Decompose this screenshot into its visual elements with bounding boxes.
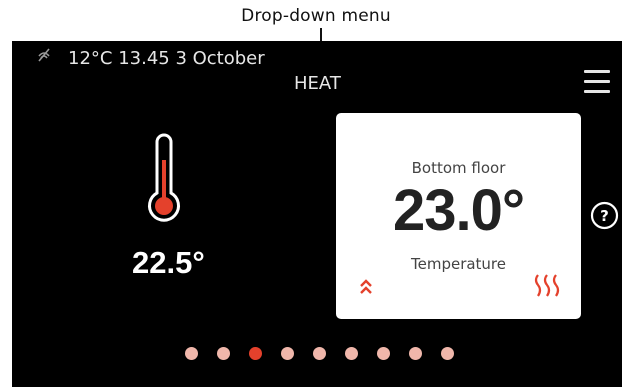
- page-indicator: [185, 347, 454, 361]
- page-dot[interactable]: [409, 347, 422, 360]
- wireless-off-icon: [38, 48, 50, 62]
- double-chevron-up-icon: [360, 279, 372, 294]
- page-dot[interactable]: [217, 347, 230, 360]
- status-text: 12°C 13.45 3 October: [68, 48, 265, 69]
- hamburger-menu-icon[interactable]: [584, 70, 612, 96]
- setpoint-value: 23.0°: [392, 178, 525, 243]
- zone-temperature-card[interactable]: Bottom floor 23.0° Temperature: [336, 113, 581, 319]
- page-dot[interactable]: [249, 347, 262, 360]
- page-dot[interactable]: [441, 347, 454, 360]
- page-dot[interactable]: [281, 347, 294, 360]
- page-dot[interactable]: [377, 347, 390, 360]
- dropdown-menu-callout-label: Drop-down menu: [241, 6, 391, 26]
- device-screen: 12°C 13.45 3 October HEAT 22.5° Bottom f…: [12, 41, 622, 387]
- help-icon[interactable]: ?: [590, 201, 619, 230]
- help-glyph: ?: [600, 207, 609, 225]
- zone-name: Bottom floor: [411, 159, 506, 177]
- page-dot[interactable]: [313, 347, 326, 360]
- page-dot[interactable]: [345, 347, 358, 360]
- heat-waves-icon: [534, 274, 560, 297]
- setpoint-label: Temperature: [410, 255, 507, 273]
- page-title: HEAT: [294, 73, 341, 94]
- page-dot[interactable]: [185, 347, 198, 360]
- thermometer-icon: [148, 133, 180, 222]
- current-temperature-value: 22.5°: [132, 245, 205, 280]
